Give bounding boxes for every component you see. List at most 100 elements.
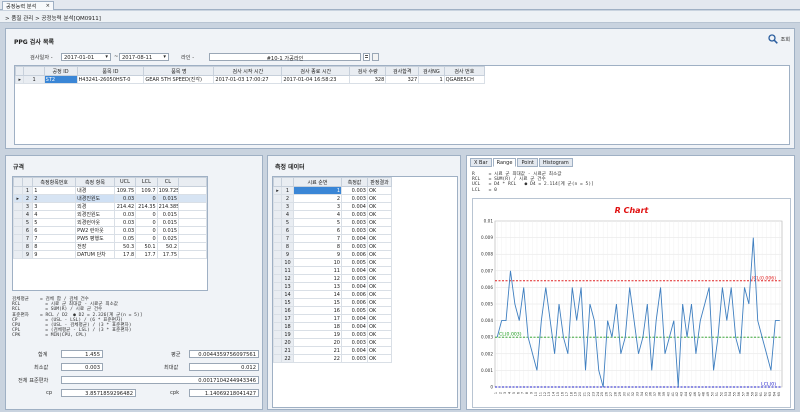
chart-tab-x-bar[interactable]: X Bar [470, 158, 492, 167]
table-cell[interactable]: 1 [21, 186, 34, 195]
table-cell[interactable]: 19 [293, 330, 342, 339]
table-row[interactable]: 16 16 0.005 OK [273, 306, 392, 315]
table-cell[interactable]: 2 [32, 194, 77, 203]
table-cell[interactable]: 내경 [75, 186, 115, 195]
table-cell[interactable]: 0.05 [113, 234, 137, 243]
table-cell[interactable]: OK [367, 242, 392, 251]
table-cell[interactable]: OK [367, 298, 392, 307]
table-cell[interactable]: 0.006 [341, 298, 368, 307]
table-cell[interactable]: 11 [293, 266, 342, 275]
table-cell[interactable]: OK [367, 290, 392, 299]
table-cell[interactable]: OK [367, 322, 392, 331]
table-cell[interactable]: GEAR 5TH SPEED(진각) [143, 75, 215, 84]
table-row[interactable]: 4 4 외경진원도 0.03 0 0.015 [13, 210, 207, 219]
table-cell[interactable]: 3 [32, 202, 77, 211]
table-cell[interactable]: 214.42 [113, 202, 137, 211]
table-cell[interactable]: 0.015 [156, 218, 180, 227]
date-to-field[interactable]: 2017-08-11 ▾ [119, 53, 169, 61]
table-cell[interactable]: 0.015 [156, 226, 180, 235]
table-cell[interactable]: 2017-01-04 16:58:23 [281, 75, 351, 84]
table-cell[interactable]: DATUM 단차 [75, 250, 115, 259]
table-row[interactable]: 20 20 0.003 OK [273, 338, 392, 347]
table-cell[interactable]: 0 [135, 218, 158, 227]
column-header[interactable]: 검사NG [418, 66, 445, 76]
date-from-field[interactable]: 2017-01-01 ▾ [61, 53, 111, 61]
table-cell[interactable]: PW2 런아웃 [75, 226, 115, 235]
table-cell[interactable]: 0 [135, 234, 158, 243]
table-cell[interactable]: 외경진원도 [75, 210, 115, 219]
table-cell[interactable]: 0.004 [341, 346, 368, 355]
table-row[interactable]: 5 5 외경런아웃 0.03 0 0.015 [13, 218, 207, 227]
column-header[interactable]: 공정 ID [43, 66, 78, 76]
column-header[interactable]: 검사 수량 [349, 66, 387, 76]
table-cell[interactable]: 6 [21, 226, 34, 235]
table-cell[interactable]: 0.03 [113, 218, 137, 227]
table-cell[interactable]: 13 [281, 282, 294, 291]
column-header[interactable]: 품목 ID [76, 66, 145, 76]
table-cell[interactable]: 0.005 [341, 306, 368, 315]
table-cell[interactable]: OK [367, 314, 392, 323]
table-cell[interactable]: 0.003 [341, 354, 368, 363]
table-row[interactable]: 6 6 0.003 OK [273, 226, 392, 235]
table-cell[interactable]: 외경 [75, 202, 115, 211]
table-row[interactable]: 8 8 0.003 OK [273, 242, 392, 251]
column-header[interactable]: CL [156, 177, 180, 187]
table-cell[interactable]: 0.004 [341, 282, 368, 291]
table-cell[interactable]: ST2 [43, 75, 78, 84]
table-cell[interactable]: 1 [293, 186, 342, 195]
table-cell[interactable]: 7 [32, 234, 77, 243]
table-row[interactable]: 9 9 DATUM 단차 17.8 17.7 17.75 [13, 250, 207, 259]
table-cell[interactable]: 2 [293, 194, 342, 203]
column-header[interactable]: 측정값 [341, 177, 368, 187]
table-cell[interactable]: 2 [21, 194, 34, 203]
table-cell[interactable]: 5 [32, 218, 77, 227]
table-cell[interactable]: 0.004 [341, 202, 368, 211]
table-row[interactable]: 12 12 0.003 OK [273, 274, 392, 283]
column-header[interactable]: 검사 시작 시간 [213, 66, 283, 76]
chevron-down-icon[interactable]: ▾ [105, 54, 108, 60]
table-cell[interactable]: OK [367, 234, 392, 243]
table-cell[interactable]: 10 [293, 258, 342, 267]
table-cell[interactable]: 15 [281, 298, 294, 307]
table-cell[interactable]: 8 [293, 242, 342, 251]
table-cell[interactable]: 17.8 [113, 250, 137, 259]
table-cell[interactable]: 3 [281, 202, 294, 211]
table-cell[interactable]: 0.03 [113, 226, 137, 235]
close-icon[interactable]: × [46, 3, 50, 9]
table-row[interactable]: 21 21 0.004 OK [273, 346, 392, 355]
column-header[interactable]: 품목 명 [143, 66, 215, 76]
table-cell[interactable]: OK [367, 346, 392, 355]
table-cell[interactable]: 0 [135, 210, 158, 219]
list-icon[interactable] [363, 53, 370, 61]
table-cell[interactable]: 1 [32, 186, 77, 195]
table-row[interactable]: ▸ 2 2 내경진원도 0.03 0 0.015 [13, 194, 207, 203]
table-cell[interactable]: 0.003 [341, 226, 368, 235]
table-cell[interactable]: 3 [21, 202, 34, 211]
table-row[interactable]: 18 18 0.004 OK [273, 322, 392, 331]
table-cell[interactable]: 50.2 [156, 242, 180, 251]
table-cell[interactable]: 0.004 [341, 322, 368, 331]
table-row[interactable]: 5 5 0.003 OK [273, 218, 392, 227]
table-cell[interactable]: 1 [281, 186, 294, 195]
table-row[interactable]: 13 13 0.004 OK [273, 282, 392, 291]
table-cell[interactable]: 14 [293, 290, 342, 299]
table-cell[interactable]: 12 [293, 274, 342, 283]
table-row[interactable]: 7 7 PW5 평행도 0.05 0 0.025 [13, 234, 207, 243]
search-button[interactable]: 조회 [768, 34, 790, 44]
table-cell[interactable]: 20 [281, 338, 294, 347]
table-cell[interactable]: 7 [21, 234, 34, 243]
table-cell[interactable]: 13 [293, 282, 342, 291]
table-cell[interactable]: 17 [293, 314, 342, 323]
table-row[interactable]: 15 15 0.006 OK [273, 298, 392, 307]
table-cell[interactable]: 8 [21, 242, 34, 251]
table-cell[interactable]: 21 [293, 346, 342, 355]
table-cell[interactable]: 0.025 [156, 234, 180, 243]
table-row[interactable]: 1 1 내경 109.75 109.7 109.725 [13, 186, 207, 195]
table-cell[interactable]: 214.35 [135, 202, 158, 211]
table-cell[interactable]: PW5 평행도 [75, 234, 115, 243]
table-row[interactable]: 4 4 0.003 OK [273, 210, 392, 219]
table-row[interactable]: 11 11 0.004 OK [273, 266, 392, 275]
column-header[interactable]: 검사 번호 [443, 66, 486, 76]
table-cell[interactable]: OK [367, 186, 392, 195]
table-cell[interactable]: 7 [281, 234, 294, 243]
